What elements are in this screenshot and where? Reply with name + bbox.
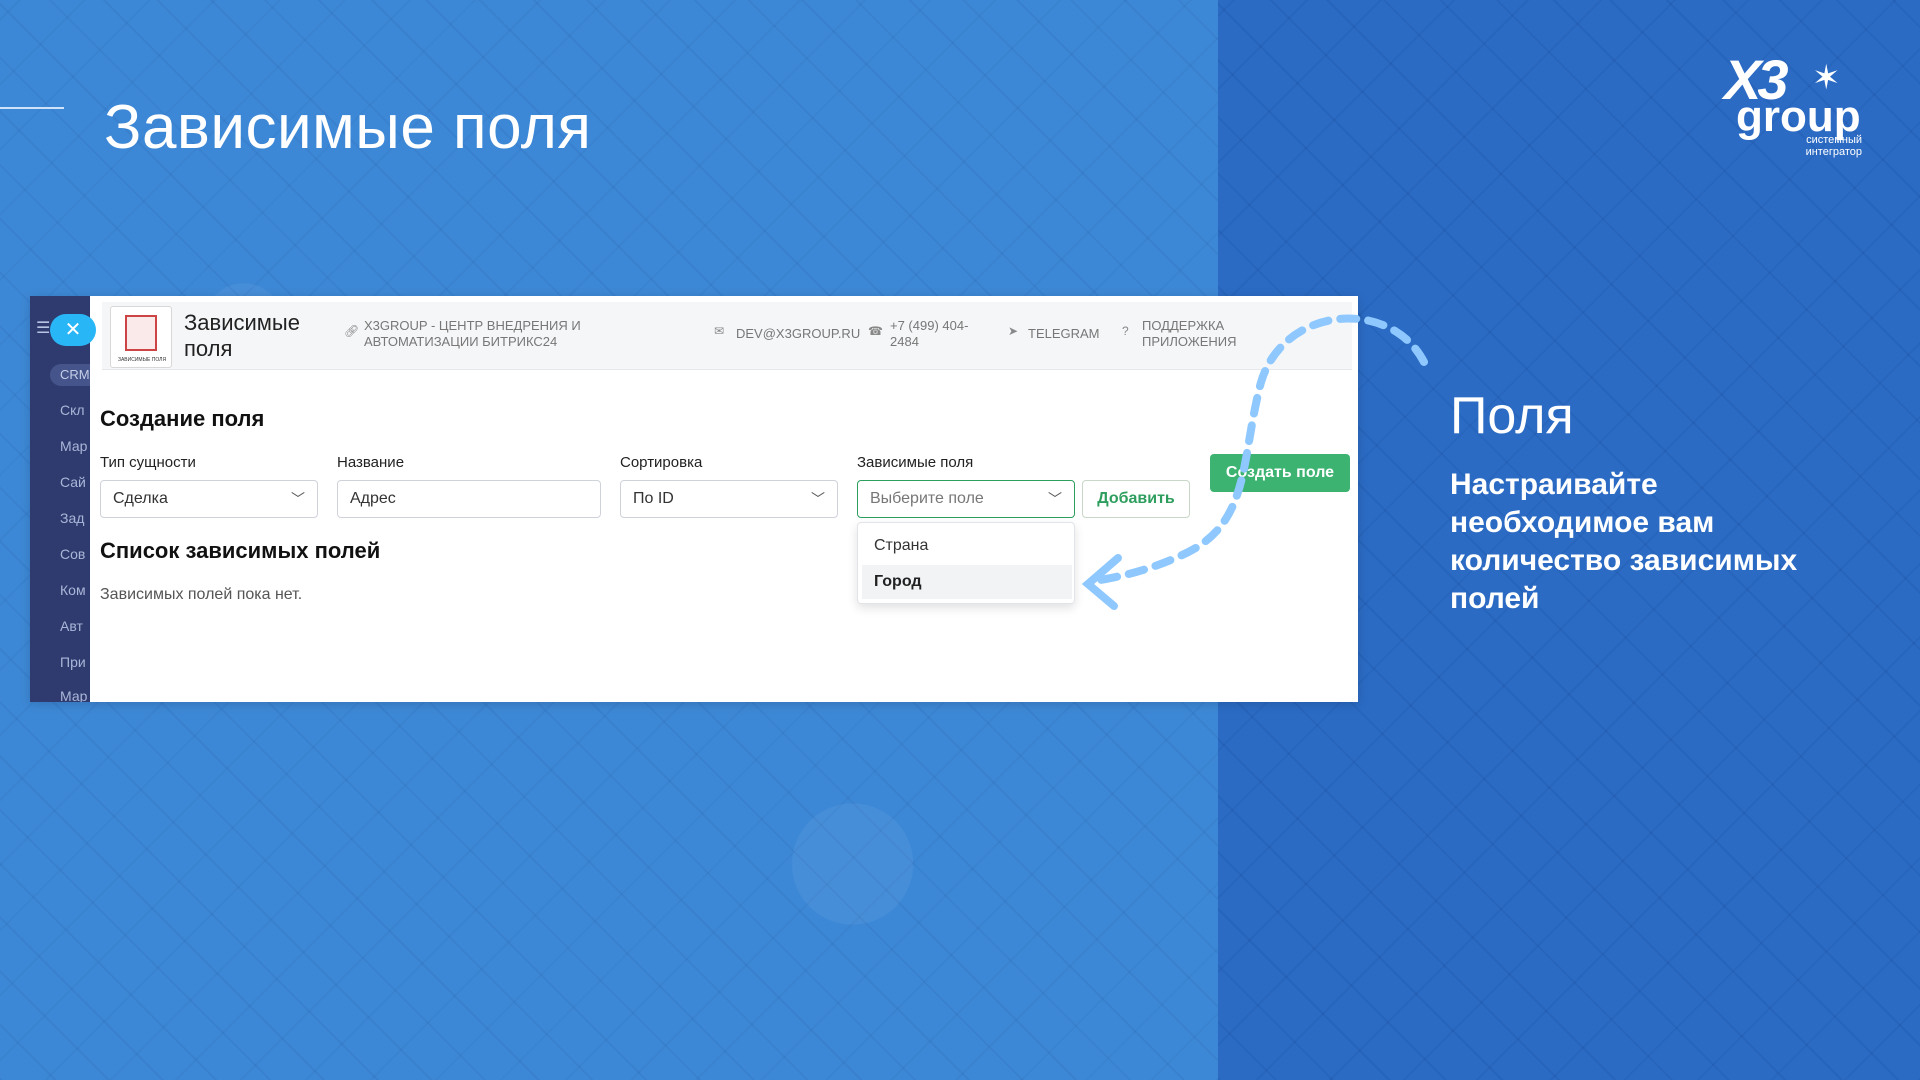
arrow-path xyxy=(1086,314,1428,586)
app-logo: ЗАВИСИМЫЕ ПОЛЯ xyxy=(110,306,172,368)
x3group-logo: X3 ✶ group системный интегратор xyxy=(1708,50,1888,160)
create-field-title: Создание поля xyxy=(100,406,265,431)
close-button[interactable]: ✕ xyxy=(50,314,96,346)
app-logo-caption: ЗАВИСИМЫЕ ПОЛЯ xyxy=(117,357,167,363)
dependent-fields-label: Зависимые поля xyxy=(857,454,974,471)
chevron-down-icon: ﹀ xyxy=(811,491,825,507)
sidebar-item[interactable]: Мар xyxy=(60,438,87,454)
title-rule xyxy=(0,107,64,109)
email-link[interactable]: DEV@X3GROUP.RU xyxy=(736,326,860,342)
entity-type-label: Тип сущности xyxy=(100,454,196,471)
sidebar-item[interactable]: Скл xyxy=(60,402,85,418)
document-icon xyxy=(125,315,157,351)
sidebar-item[interactable]: Сай xyxy=(60,474,86,490)
slide: Зависимые поля X3 ✶ group системный инте… xyxy=(0,0,1920,1080)
dependent-fields-select[interactable]: Выберите поле ﹀ xyxy=(857,480,1075,518)
app-sidebar: ☰ CRM Скл Мар Сай Зад Сов Ком Авт При Ма… xyxy=(30,296,110,702)
name-label: Название xyxy=(337,454,405,471)
company-link[interactable]: X3GROUP - ЦЕНТР ВНЕДРЕНИЯ И АВТОМАТИЗАЦИ… xyxy=(364,318,604,350)
sidebar-item[interactable]: Мар xyxy=(60,688,87,702)
sort-value: По ID xyxy=(633,490,674,507)
sort-label: Сортировка xyxy=(620,454,703,471)
sort-select[interactable]: По ID ﹀ xyxy=(620,480,838,518)
sidebar-item[interactable]: Сов xyxy=(60,546,85,562)
name-value: Адрес xyxy=(350,490,396,507)
slide-title: Зависимые поля xyxy=(104,93,592,162)
sidebar-item[interactable]: Ком xyxy=(60,582,86,598)
close-icon: ✕ xyxy=(64,319,82,341)
mail-icon: ✉ xyxy=(714,324,725,338)
chevron-down-icon: ﹀ xyxy=(291,491,305,507)
dropdown-option-country[interactable]: Страна xyxy=(862,529,1072,563)
menu-icon[interactable]: ☰ xyxy=(36,318,50,338)
sidebar-item[interactable]: При xyxy=(60,654,86,670)
dependent-fields-dropdown: Страна Город xyxy=(857,522,1075,604)
dependent-fields-placeholder: Выберите поле xyxy=(870,490,984,507)
phone-icon: ☎ xyxy=(868,324,883,338)
sidebar-item[interactable]: Зад xyxy=(60,510,84,526)
dependent-list-title: Список зависимых полей xyxy=(100,538,381,563)
name-input[interactable]: Адрес xyxy=(337,480,601,518)
entity-type-select[interactable]: Сделка ﹀ xyxy=(100,480,318,518)
entity-type-value: Сделка xyxy=(113,490,168,507)
app-name: Зависимые поля xyxy=(184,310,300,361)
side-text: Настраивайте необходимое вам количество … xyxy=(1450,468,1798,615)
link-icon: 🔗︎ xyxy=(344,324,360,338)
empty-list-text: Зависимых полей пока нет. xyxy=(100,586,303,603)
phone-link[interactable]: +7 (499) 404-2484 xyxy=(890,318,990,350)
logo-subtitle: системный интегратор xyxy=(1805,134,1862,158)
curved-arrow-icon xyxy=(1081,314,1428,610)
sidebar-item[interactable]: Авт xyxy=(60,618,83,634)
side-heading: Поля xyxy=(1450,387,1574,445)
telegram-icon: ➤ xyxy=(1008,324,1019,338)
dropdown-option-city[interactable]: Город xyxy=(862,565,1072,599)
